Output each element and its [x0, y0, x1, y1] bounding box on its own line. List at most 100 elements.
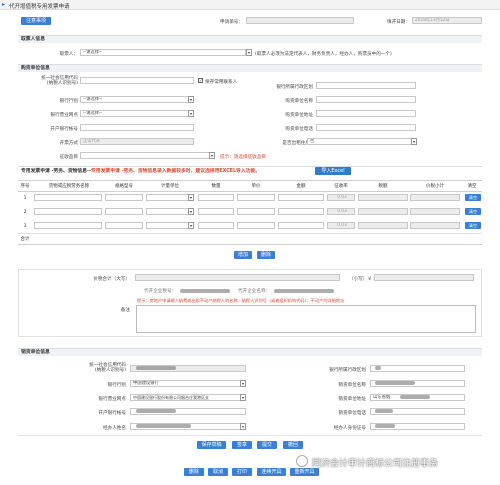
row-unit-select[interactable] [146, 194, 190, 201]
seller-branch-label: 银行营业网点 [98, 397, 126, 402]
chevron-down-icon[interactable]: ▾ [240, 423, 246, 430]
cancel-button[interactable]: 取消 [208, 468, 228, 476]
buyer-addr-input[interactable] [316, 110, 416, 117]
chevron-down-icon[interactable]: ▾ [240, 394, 246, 401]
tax-item-select[interactable] [80, 152, 210, 159]
col-no: 序号 [20, 184, 30, 189]
seller-addr-label: 销货单位地址 [338, 397, 366, 402]
chevron-down-icon[interactable]: ▾ [188, 194, 194, 201]
row-amount-input[interactable] [278, 194, 324, 201]
row-qty-input[interactable] [198, 194, 234, 201]
collapse-arrow-icon[interactable]: ▸ [2, 1, 5, 8]
total-small-field [374, 274, 474, 281]
import-excel-button[interactable]: 导入Excel [315, 167, 351, 175]
goods-section-title: 专用发票申请 -劳务、货物信息 [21, 169, 88, 174]
total-row-label: 合计 [20, 237, 30, 242]
seller-phone-label: 销货单位电话 [338, 411, 366, 416]
buyer-account-input[interactable] [80, 124, 194, 131]
taker-select[interactable]: --请选择-- [80, 49, 246, 56]
buyer-credit-code-input[interactable] [80, 77, 194, 84]
print-button[interactable]: 打印 [232, 468, 252, 476]
resale-label: 是否出租住房 [282, 141, 310, 146]
agent-id-label: 经办人身份证号 [333, 426, 366, 431]
taxpayer-no-label: 代开企业税号： [144, 289, 177, 294]
row-clear-button[interactable]: 清空 [465, 222, 481, 229]
seller-name-label: 销货单位名称 [338, 383, 366, 388]
submit-button[interactable]: 提交 [257, 441, 277, 449]
seller-bank-select[interactable]: 中国建设银行 [130, 380, 246, 387]
total-caps-field [135, 274, 340, 281]
row-unit-select[interactable] [146, 222, 190, 229]
row-name-input[interactable] [34, 194, 102, 201]
row-name-input[interactable] [34, 222, 102, 229]
total-small-label: （小写）￥ [349, 277, 372, 282]
row-qty-input[interactable] [198, 208, 234, 215]
add-row-button[interactable]: 增加 [234, 251, 252, 259]
resale-select[interactable]: 否 [307, 138, 417, 145]
row-unit-select[interactable] [146, 208, 190, 215]
col-qty: 数量 [211, 184, 221, 189]
col-subtotal: 价税小计 [426, 184, 444, 189]
remark-textarea[interactable] [136, 305, 476, 333]
goods-section-hint: --专用发票申请 -劳务、货物信息录入数据较多时，建议选择用EXCEL导入功能。 [87, 169, 261, 174]
seller-bank-region-input[interactable] [370, 365, 465, 372]
delete-button[interactable]: 删除 [184, 468, 204, 476]
row-amount-input[interactable] [278, 222, 324, 229]
title-bar: ▸ 代开增值税专用发票申请 [0, 0, 500, 10]
save-contact-checkbox[interactable]: ✓ [198, 78, 203, 83]
tax-item-label: 征收品目 [59, 155, 78, 160]
notice-button[interactable]: 注意事项 [21, 17, 51, 25]
taxpayer-no-value [180, 289, 230, 293]
buyer-name-input[interactable] [316, 96, 416, 103]
sign-button[interactable]: 签章 [232, 441, 252, 449]
row-qty-input[interactable] [198, 222, 234, 229]
buyer-name-label: 购货单位名称 [285, 99, 313, 104]
row-name-input[interactable] [34, 208, 102, 215]
chevron-down-icon[interactable]: ▾ [240, 380, 246, 387]
buyer-bank-region-label: 银行所属行政区划 [276, 85, 313, 90]
row-spec-input[interactable] [105, 208, 143, 215]
reissue-button[interactable]: 重新开具 [290, 468, 319, 476]
seller-credit-code-label: 统一社会信用代码 (纳税人识别号) [89, 363, 126, 373]
remark-hint: 提示：房地产申请输入纳费或出租不动产纳税人的名称、纳税人识别号（或者组织机构代码… [137, 298, 345, 303]
buyer-phone-input[interactable] [316, 124, 416, 131]
method-label: 开票方式 [59, 141, 78, 146]
row-clear-button[interactable]: 清空 [465, 194, 481, 201]
save-contact-label: 保存常用联系人 [205, 80, 238, 85]
buyer-branch-label: 银行营业网点 [50, 113, 78, 118]
seller-bank-label: 银行行别 [107, 383, 126, 388]
row-price-input[interactable] [237, 194, 275, 201]
agent-label: 经办人姓名 [103, 426, 126, 431]
col-rate: 征收率 [334, 184, 348, 189]
row-price-input[interactable] [237, 222, 275, 229]
save-draft-button[interactable]: 保存草稿 [197, 441, 226, 449]
chevron-down-icon[interactable]: ▾ [188, 96, 194, 103]
buyer-bank-region-input[interactable] [316, 82, 416, 89]
col-clear: 清空 [467, 184, 477, 189]
method-select[interactable]: 正常代开 [80, 138, 194, 145]
chevron-down-icon[interactable]: ▾ [188, 222, 194, 229]
chevron-down-icon[interactable]: ▾ [411, 138, 417, 145]
row-clear-button[interactable]: 清空 [465, 208, 481, 215]
row-price-input[interactable] [237, 208, 275, 215]
fill-date-field: 2018年11月12日 [412, 17, 482, 24]
buyer-branch-select[interactable]: --请选择-- [80, 110, 194, 117]
taker-section-header: 取票人信息 [18, 35, 482, 43]
taxpayer-name-value [274, 289, 334, 293]
withdraw-button[interactable]: 撤回 [283, 441, 303, 449]
taxpayer-name-label: 代开企业名称： [238, 289, 271, 294]
buyer-bank-label: 银行行别 [59, 99, 78, 104]
chevron-down-icon[interactable]: ▾ [188, 208, 194, 215]
buyer-bank-select[interactable]: --请选择-- [80, 96, 194, 103]
chevron-down-icon[interactable]: ▾ [246, 49, 252, 56]
buyer-phone-label: 购货单位电话 [285, 127, 313, 132]
delete-row-button[interactable]: 删除 [257, 251, 275, 259]
chevron-down-icon[interactable]: ▾ [209, 152, 215, 159]
seller-branch-select[interactable]: 中国建设银行股份有限公司烟台庄我港区支 [130, 394, 246, 401]
row-amount-input[interactable] [278, 208, 324, 215]
chevron-down-icon[interactable]: ▾ [188, 110, 194, 117]
continue-issue-button[interactable]: 连续开具 [257, 468, 286, 476]
row-spec-input[interactable] [105, 222, 143, 229]
goods-section-header: 专用发票申请 -劳务、货物信息--专用发票申请 -劳务、货物信息录入数据较多时，… [18, 166, 482, 176]
row-spec-input[interactable] [105, 194, 143, 201]
